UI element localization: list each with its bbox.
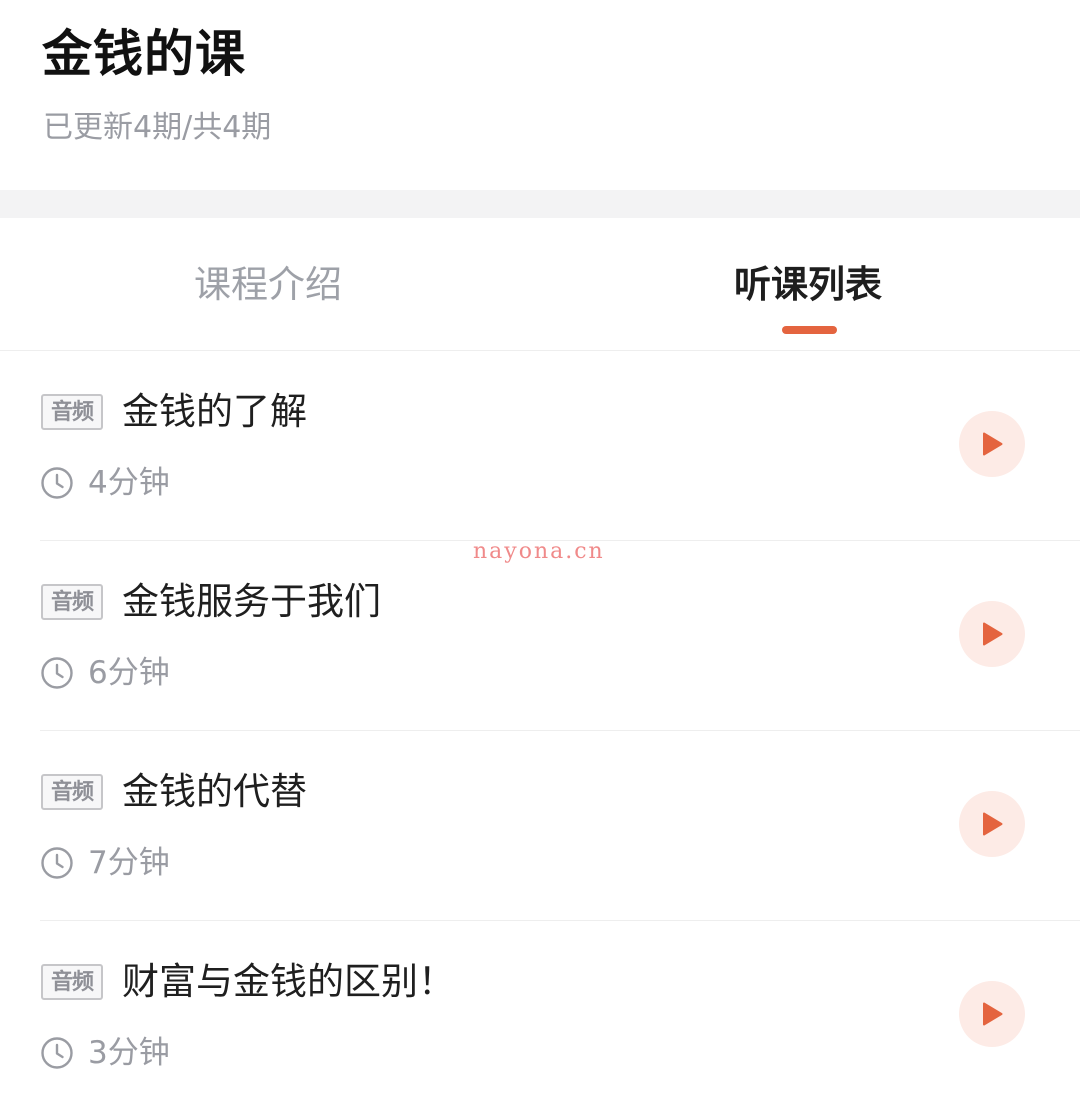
lesson-title[interactable]: 财富与金钱的区别！ — [122, 957, 455, 1007]
clock-icon — [41, 1037, 73, 1069]
audio-badge: 音频 — [41, 394, 103, 430]
lesson-list: 音频 金钱的了解 4分钟 音频 金钱服务于我们 6分钟 音频 金钱的代替 7分钟… — [0, 351, 1080, 1111]
lesson-duration: 4分钟 — [88, 465, 170, 501]
audio-badge: 音频 — [41, 964, 103, 1000]
lesson-title[interactable]: 金钱的了解 — [122, 387, 307, 437]
play-icon — [983, 812, 1003, 836]
play-icon — [983, 622, 1003, 646]
course-header: 金钱的课 已更新4期/共4期 — [0, 0, 1080, 190]
play-button[interactable] — [959, 791, 1025, 857]
audio-badge: 音频 — [41, 584, 103, 620]
lesson-duration: 3分钟 — [88, 1035, 170, 1071]
active-tab-indicator — [782, 326, 837, 334]
lesson-title[interactable]: 金钱服务于我们 — [122, 577, 381, 627]
audio-badge: 音频 — [41, 774, 103, 810]
lesson-duration: 6分钟 — [88, 655, 170, 691]
clock-icon — [41, 657, 73, 689]
watermark-text: nayona.cn — [473, 539, 605, 564]
lesson-title[interactable]: 金钱的代替 — [122, 767, 307, 817]
play-button[interactable] — [959, 601, 1025, 667]
lesson-item[interactable]: 音频 金钱的了解 4分钟 — [0, 351, 1080, 541]
tab-course-intro[interactable]: 课程介绍 — [194, 260, 342, 310]
tab-bar: 课程介绍 听课列表 — [0, 218, 1080, 351]
tab-lesson-list[interactable]: 听课列表 — [734, 260, 882, 310]
play-icon — [983, 432, 1003, 456]
clock-icon — [41, 467, 73, 499]
lesson-item[interactable]: 音频 金钱服务于我们 6分钟 — [0, 541, 1080, 731]
play-icon — [983, 1002, 1003, 1026]
section-divider-band — [0, 190, 1080, 218]
clock-icon — [41, 847, 73, 879]
lesson-duration: 7分钟 — [88, 845, 170, 881]
play-button[interactable] — [959, 981, 1025, 1047]
page-title: 金钱的课 — [42, 25, 246, 83]
lesson-item[interactable]: 音频 财富与金钱的区别！ 3分钟 — [0, 921, 1080, 1111]
play-button[interactable] — [959, 411, 1025, 477]
update-progress-text: 已更新4期/共4期 — [43, 110, 272, 145]
lesson-item[interactable]: 音频 金钱的代替 7分钟 — [0, 731, 1080, 921]
